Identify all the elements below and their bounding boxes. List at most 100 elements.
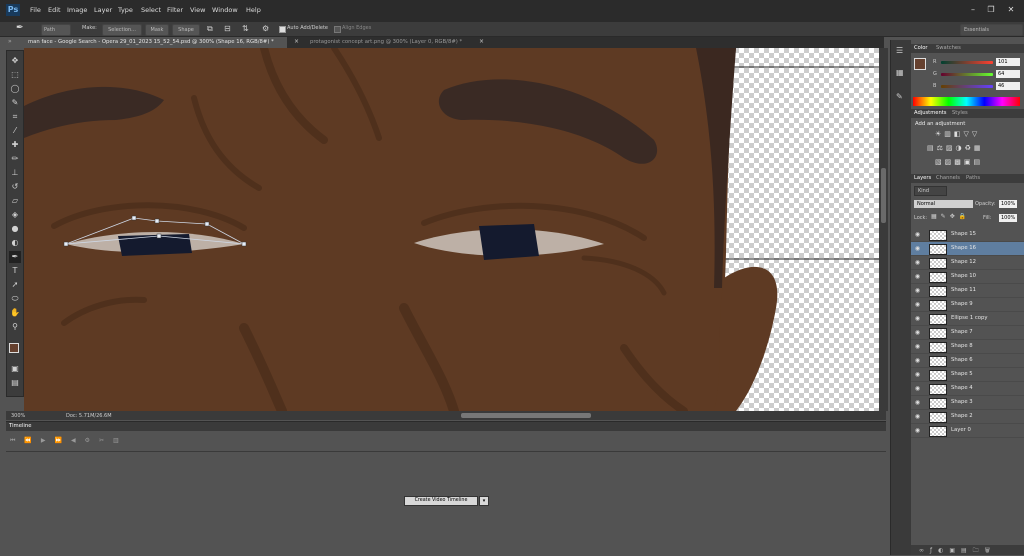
vertical-scroll-thumb[interactable] xyxy=(881,168,886,223)
menu-file[interactable]: File xyxy=(30,6,41,14)
gear-icon[interactable]: ⚙ xyxy=(262,24,269,33)
layer-name[interactable]: Shape 9 xyxy=(951,301,973,307)
horizontal-scroll-thumb[interactable] xyxy=(461,413,591,418)
hand-tool-icon[interactable]: ✋ xyxy=(9,307,21,319)
workspace-switcher[interactable]: Essentials xyxy=(960,24,1023,36)
visibility-eye-icon[interactable]: ◉ xyxy=(914,371,921,378)
lasso-tool-icon[interactable]: ◯ xyxy=(9,83,21,95)
restore-icon[interactable]: ❐ xyxy=(984,4,998,16)
close-tab-icon[interactable]: × xyxy=(294,38,299,45)
lock-icons[interactable]: ▦✎✥🔒 xyxy=(931,213,970,220)
blend-mode-select[interactable]: Normal xyxy=(914,200,973,208)
layer-row[interactable]: ◉ Shape 4 xyxy=(911,382,1024,396)
close-icon[interactable]: ✕ xyxy=(1004,4,1018,16)
layer-name[interactable]: Shape 2 xyxy=(951,413,973,419)
layer-row[interactable]: ◉ Shape 16 xyxy=(911,242,1024,256)
layer-row[interactable]: ◉ Shape 8 xyxy=(911,340,1024,354)
green-value-input[interactable]: 64 xyxy=(996,70,1020,78)
visibility-eye-icon[interactable]: ◉ xyxy=(914,231,921,238)
visibility-eye-icon[interactable]: ◉ xyxy=(914,259,921,266)
opacity-input[interactable]: 100% xyxy=(999,200,1017,208)
eraser-tool-icon[interactable]: ▱ xyxy=(9,195,21,207)
layer-name[interactable]: Shape 15 xyxy=(951,231,976,237)
layer-row[interactable]: ◉ Shape 15 xyxy=(911,228,1024,242)
timeline-title[interactable]: Timeline xyxy=(9,423,32,429)
menu-help[interactable]: Help xyxy=(246,6,261,14)
layer-row[interactable]: ◉ Shape 11 xyxy=(911,284,1024,298)
layer-name[interactable]: Shape 5 xyxy=(951,371,973,377)
menu-window[interactable]: Window xyxy=(212,6,238,14)
close-tab-icon[interactable]: × xyxy=(479,38,484,45)
layer-row[interactable]: ◉ Shape 3 xyxy=(911,396,1024,410)
layer-row[interactable]: ◉ Ellipse 1 copy xyxy=(911,312,1024,326)
crop-tool-icon[interactable]: ⌗ xyxy=(9,111,21,123)
menu-filter[interactable]: Filter xyxy=(167,6,183,14)
menu-select[interactable]: Select xyxy=(141,6,161,14)
adjustment-icons-row1[interactable]: ☀▥◧▽▽ xyxy=(935,130,980,138)
layer-row[interactable]: ◉ Shape 9 xyxy=(911,298,1024,312)
eyedropper-tool-icon[interactable]: ⁄ xyxy=(9,125,21,137)
brush-tool-icon[interactable]: ✏ xyxy=(9,153,21,165)
foreground-color-swatch[interactable] xyxy=(9,343,19,353)
chevron-down-icon[interactable]: ▾ xyxy=(479,496,489,506)
pen-tool-preset-icon[interactable]: ✒ xyxy=(16,23,24,33)
layer-name[interactable]: Ellipse 1 copy xyxy=(951,315,988,321)
tab-layers[interactable]: Layers xyxy=(911,175,934,181)
path-arrangement-icon[interactable]: ⇅ xyxy=(242,24,249,33)
visibility-eye-icon[interactable]: ◉ xyxy=(914,301,921,308)
visibility-eye-icon[interactable]: ◉ xyxy=(914,343,921,350)
visibility-eye-icon[interactable]: ◉ xyxy=(914,385,921,392)
blue-value-input[interactable]: 46 xyxy=(996,82,1020,90)
visibility-eye-icon[interactable]: ◉ xyxy=(914,357,921,364)
document-canvas[interactable] xyxy=(24,48,879,411)
layer-name[interactable]: Shape 6 xyxy=(951,357,973,363)
pen-tool-icon[interactable]: ✒ xyxy=(9,251,21,263)
visibility-eye-icon[interactable]: ◉ xyxy=(914,399,921,406)
tab-styles[interactable]: Styles xyxy=(949,110,971,116)
vertical-scrollbar[interactable] xyxy=(879,48,888,411)
layer-row[interactable]: ◉ Layer 0 xyxy=(911,424,1024,438)
visibility-eye-icon[interactable]: ◉ xyxy=(914,273,921,280)
marquee-tool-icon[interactable]: ⬚ xyxy=(9,69,21,81)
tab-paths[interactable]: Paths xyxy=(963,175,983,181)
visibility-eye-icon[interactable]: ◉ xyxy=(914,413,921,420)
panel-collapse-icon[interactable]: » xyxy=(8,38,12,45)
path-operations-icon[interactable]: ⧉ xyxy=(207,24,213,34)
green-slider[interactable] xyxy=(941,73,993,76)
layer-row[interactable]: ◉ Shape 6 xyxy=(911,354,1024,368)
visibility-eye-icon[interactable]: ◉ xyxy=(914,329,921,336)
tab-document-active[interactable]: man face - Google Search - Opera 29_01_2… xyxy=(24,37,287,48)
zoom-tool-icon[interactable]: ⚲ xyxy=(9,321,21,333)
layer-row[interactable]: ◉ Shape 12 xyxy=(911,256,1024,270)
brush-panel-icon[interactable]: ✎ xyxy=(896,92,903,101)
adjustment-icons-row2[interactable]: ▤⚖▨◑♻▦ xyxy=(927,144,984,152)
history-panel-icon[interactable]: ☰ xyxy=(896,46,903,55)
layer-name[interactable]: Shape 8 xyxy=(951,343,973,349)
blur-tool-icon[interactable]: ● xyxy=(9,223,21,235)
auto-add-delete-checkbox[interactable] xyxy=(279,26,286,33)
tab-channels[interactable]: Channels xyxy=(933,175,963,181)
properties-panel-icon[interactable]: ▦ xyxy=(896,68,904,77)
layer-name[interactable]: Shape 11 xyxy=(951,287,976,293)
path-mode-select[interactable]: Path xyxy=(41,24,71,36)
layer-name[interactable]: Shape 12 xyxy=(951,259,976,265)
menu-layer[interactable]: Layer xyxy=(94,6,112,14)
menu-image[interactable]: Image xyxy=(67,6,87,14)
layer-row[interactable]: ◉ Shape 5 xyxy=(911,368,1024,382)
create-video-timeline-button[interactable]: Create Video Timeline xyxy=(404,496,478,506)
dodge-tool-icon[interactable]: ◐ xyxy=(9,237,21,249)
healing-brush-tool-icon[interactable]: ✚ xyxy=(9,139,21,151)
foreground-color-swatch[interactable] xyxy=(914,58,926,70)
ellipse-tool-icon[interactable]: ⬭ xyxy=(9,293,21,305)
tab-adjustments[interactable]: Adjustments xyxy=(911,110,950,116)
red-value-input[interactable]: 101 xyxy=(996,58,1020,66)
quick-mask-icon[interactable]: ▣ xyxy=(9,363,21,375)
tab-swatches[interactable]: Swatches xyxy=(933,45,964,51)
layer-name[interactable]: Layer 0 xyxy=(951,427,971,433)
tab-color[interactable]: Color xyxy=(911,45,931,51)
paint-bucket-tool-icon[interactable]: ◈ xyxy=(9,209,21,221)
menu-type[interactable]: Type xyxy=(118,6,133,14)
clone-stamp-tool-icon[interactable]: ⊥ xyxy=(9,167,21,179)
layer-filter-kind[interactable]: Kind xyxy=(914,186,947,196)
blue-slider[interactable] xyxy=(941,85,993,88)
